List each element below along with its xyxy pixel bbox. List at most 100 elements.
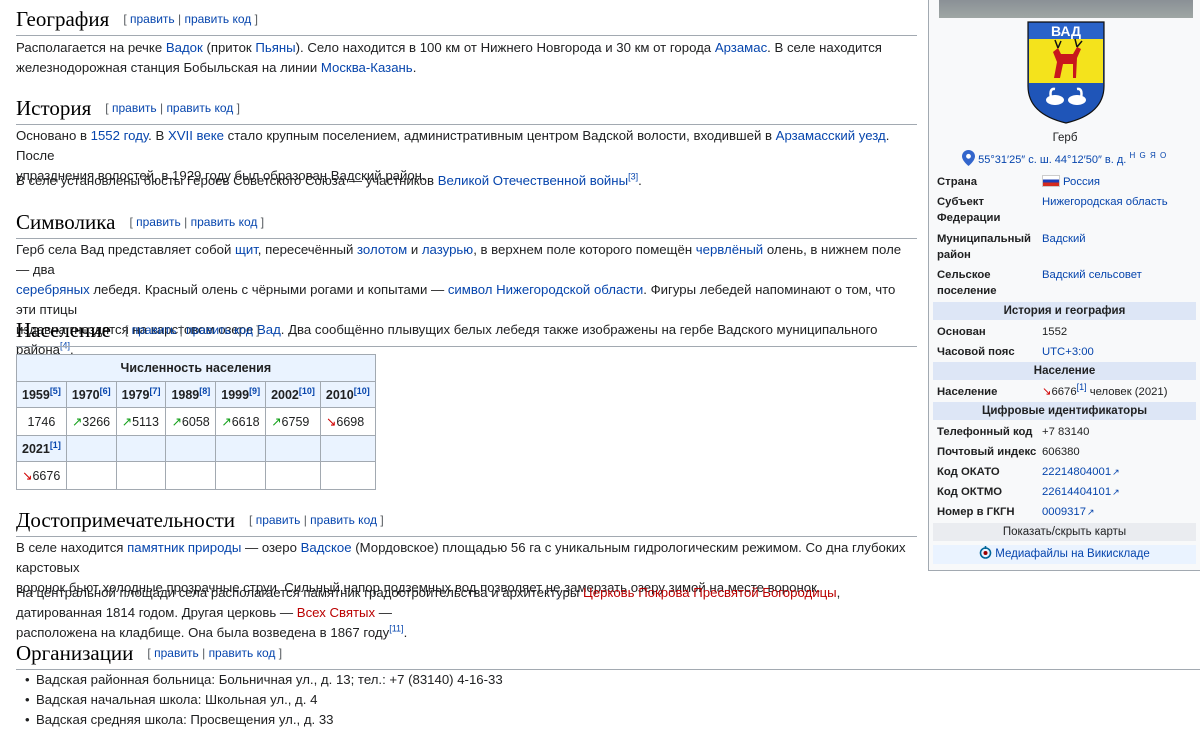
section-heading-sights: Достопримечательности [ править | править… xyxy=(16,505,917,537)
link-pyana[interactable]: Пьяны xyxy=(255,40,295,55)
section-heading-population: Население [ править | править код ] xyxy=(16,315,917,347)
link-gkgn[interactable]: 0009317 xyxy=(1042,506,1086,518)
reference-link[interactable]: [7] xyxy=(149,385,160,395)
reference-link[interactable]: [5] xyxy=(50,385,61,395)
link-natural-monument[interactable]: памятник природы xyxy=(127,540,241,555)
section-heading-history: История [ править | править код ] xyxy=(16,93,917,125)
edit-code-link[interactable]: править код xyxy=(184,12,251,26)
link-label-subject[interactable]: Субъект Федерации xyxy=(937,194,1041,226)
edit-link[interactable]: править xyxy=(132,323,177,337)
year-cell: 2002[10] xyxy=(265,381,321,408)
toggle-maps-button[interactable]: Показать/скрыть карты xyxy=(933,523,1196,541)
edit-code-link[interactable]: править код xyxy=(209,646,276,660)
year-cell xyxy=(165,435,217,462)
reference-link[interactable]: [1] xyxy=(1077,382,1087,392)
reference-link[interactable]: [6] xyxy=(100,385,111,395)
trend-up-icon: ↗ xyxy=(71,415,83,429)
link-district[interactable]: Вадский xyxy=(1042,231,1086,247)
trend-down-icon: ↘ xyxy=(22,469,33,483)
heading-text: История xyxy=(16,96,92,120)
value-cell: ↗6759 xyxy=(265,407,321,436)
link-label-postal[interactable]: Почтовый индекс xyxy=(937,444,1041,460)
reference-link[interactable]: [10] xyxy=(354,385,370,395)
reference-link[interactable]: [8] xyxy=(199,385,210,395)
edit-link[interactable]: править xyxy=(154,646,199,660)
link-label-district[interactable]: Муниципальный район xyxy=(937,231,1041,263)
link-lake-vadskoe[interactable]: Вадское xyxy=(301,540,352,555)
edit-code-link[interactable]: править код xyxy=(186,323,253,337)
link-timezone[interactable]: UTC+3:00 xyxy=(1042,344,1094,360)
edit-link[interactable]: править xyxy=(136,215,181,229)
coordinates-link[interactable]: 55°31′25″ с. ш. 44°12′50″ в. д. xyxy=(978,154,1126,166)
trend-down-icon: ↘ xyxy=(325,415,337,429)
link-arzamas-uezd[interactable]: Арзамасский уезд xyxy=(776,128,886,143)
link-subject[interactable]: Нижегородская область xyxy=(1042,194,1168,210)
link-country[interactable]: Россия xyxy=(1063,176,1100,188)
coat-of-arms-image[interactable]: ВАД xyxy=(1025,20,1107,124)
edit-code-link[interactable]: править код xyxy=(166,101,233,115)
table-row-values: ↘6676 xyxy=(16,461,376,490)
edit-links: [ править | править код ] xyxy=(105,101,240,115)
link-1552[interactable]: 1552 году xyxy=(91,128,149,143)
coat-caption: Герб xyxy=(1052,132,1078,144)
year-cell xyxy=(215,435,267,462)
value-cell: ↗6058 xyxy=(165,407,217,436)
trend-up-icon: ↗ xyxy=(121,415,133,429)
trend-up-icon: ↗ xyxy=(221,415,232,429)
list-item: Вадская средняя школа: Просвещения ул., … xyxy=(25,710,916,730)
map-service-links[interactable]: H G Я O xyxy=(1130,151,1168,160)
link-all-saints[interactable]: Всех Святых xyxy=(297,605,375,620)
year-cell: 1999[9] xyxy=(215,381,267,408)
commons-icon xyxy=(979,546,992,559)
link-label-gkgn[interactable]: Номер в ГКГН xyxy=(937,504,1041,520)
link-label-phone[interactable]: Телефонный код xyxy=(937,424,1041,440)
reference-link[interactable]: [9] xyxy=(249,385,260,395)
link-shield[interactable]: щит xyxy=(235,242,258,257)
table-row-years: 1959[5] 1970[6] 1979[7] 1989[8] 1999[9] 2002[… xyxy=(16,381,376,408)
external-link-icon: ↗ xyxy=(1112,487,1120,497)
edit-link[interactable]: править xyxy=(130,12,175,26)
link-great-patriotic-war[interactable]: Великой Отечественной войны xyxy=(438,173,628,188)
reference-link[interactable]: [11] xyxy=(389,624,403,634)
value-cell xyxy=(115,461,167,490)
link-label-oktmo[interactable]: Код ОКТМО xyxy=(937,484,1041,500)
value-cell: ↗6618 xyxy=(215,407,267,436)
link-label-timezone[interactable]: Часовой пояс xyxy=(937,344,1041,360)
commons-link-row: Медиафайлы на Викискладе xyxy=(933,545,1196,564)
edit-links: [ править | править код ] xyxy=(124,323,260,337)
link-silver[interactable]: серебряных xyxy=(16,282,90,297)
link-region-symbol[interactable]: символ Нижегородской области xyxy=(448,282,643,297)
location-pin-icon xyxy=(962,150,975,166)
link-settlement[interactable]: Вадский сельсовет xyxy=(1042,267,1142,283)
link-xvii-century[interactable]: XVII веке xyxy=(168,128,224,143)
coordinates: 55°31′25″ с. ш. 44°12′50″ в. д. H G Я O xyxy=(962,150,1167,168)
link-vadok[interactable]: Вадок xyxy=(166,40,203,55)
link-label-okato[interactable]: Код ОКАТО xyxy=(937,464,1041,480)
table-caption: Численность населения xyxy=(16,354,376,382)
link-gules[interactable]: червлёный xyxy=(696,242,763,257)
link-azure[interactable]: лазурью xyxy=(422,242,473,257)
link-commons[interactable]: Медиафайлы на Викискладе xyxy=(995,548,1149,560)
year-cell: 1970[6] xyxy=(65,381,117,408)
link-railway-line[interactable]: Москва-Казань xyxy=(321,60,413,75)
infobox: ВАД Герб 55°31′25″ с. ш. 44°12′50″ в. д.… xyxy=(928,0,1200,571)
settlement-photo[interactable] xyxy=(939,0,1193,18)
year-cell: 1959[5] xyxy=(16,381,67,408)
link-okato[interactable]: 22214804001 xyxy=(1042,466,1111,478)
year-cell: 1979[7] xyxy=(115,381,167,408)
link-pokrov-church[interactable]: Церковь Покрова Пресвятой Богородицы xyxy=(583,585,837,600)
edit-links: [ править | править код ] xyxy=(147,646,283,660)
link-oktmo[interactable]: 22614404101 xyxy=(1042,486,1111,498)
link-label-settlement[interactable]: Сельское поселение xyxy=(937,267,1041,299)
link-gold[interactable]: золотом xyxy=(357,242,407,257)
edit-code-link[interactable]: править код xyxy=(310,513,377,527)
reference-link[interactable]: [3] xyxy=(628,172,638,182)
edit-link[interactable]: править xyxy=(256,513,301,527)
edit-code-link[interactable]: править код xyxy=(191,215,258,229)
link-arzamas[interactable]: Арзамас xyxy=(715,40,767,55)
reference-link[interactable]: [10] xyxy=(299,385,315,395)
heading-text: География xyxy=(16,7,110,31)
edit-link[interactable]: править xyxy=(112,101,157,115)
reference-link[interactable]: [1] xyxy=(50,439,61,449)
section-heading-symbolics: Символика [ править | править код ] xyxy=(16,207,917,239)
